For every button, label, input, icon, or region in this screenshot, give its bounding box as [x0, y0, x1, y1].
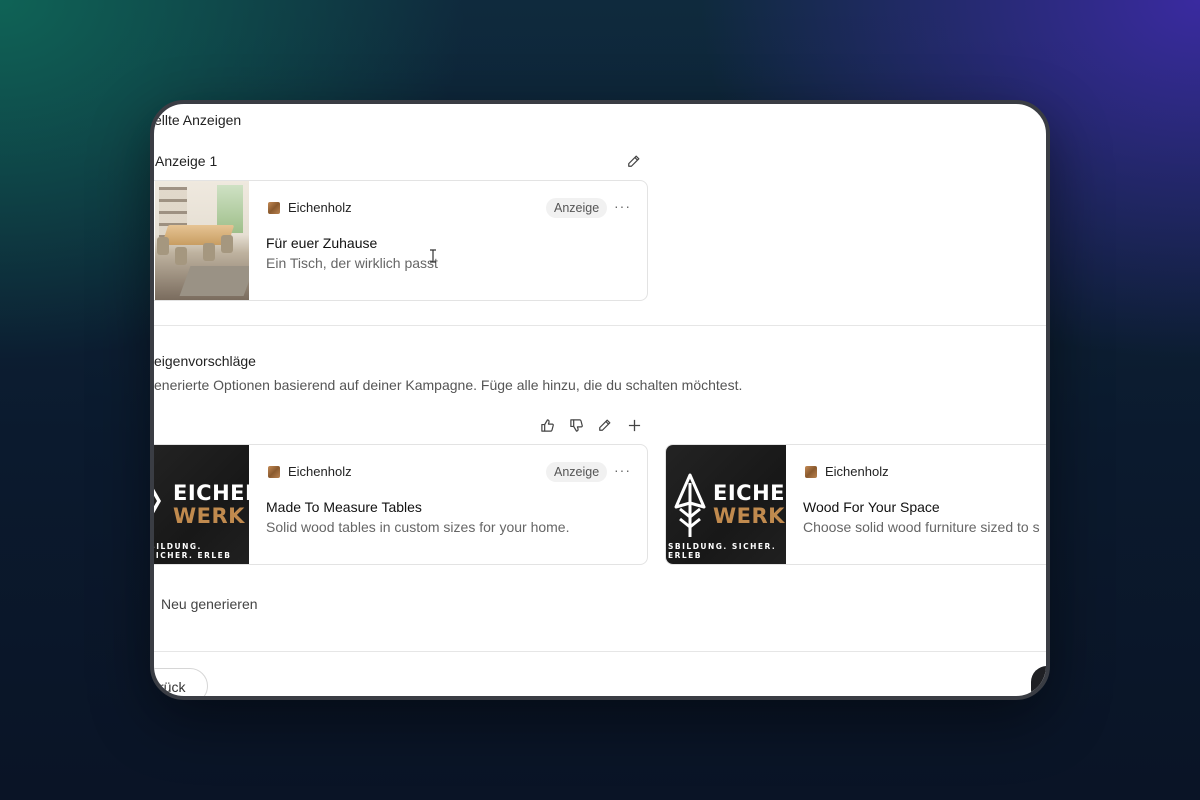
brand-name: Eichenholz — [288, 200, 352, 215]
created-ad-card[interactable]: Eichenholz Anzeige ··· Für euer Zuhause … — [154, 180, 648, 301]
edit-icon[interactable] — [596, 416, 614, 434]
ad-title: Made To Measure Tables — [266, 499, 422, 515]
ad-label: Anzeige 1 — [155, 153, 218, 169]
logo-tagline: BILDUNG. SICHER. ERLEB — [154, 542, 232, 560]
suggestions-description: enerierte Optionen basierend auf deiner … — [154, 377, 743, 393]
brand-name: Eichenholz — [825, 464, 889, 479]
ad-title: Für euer Zuhause — [266, 235, 378, 251]
ad-image-dining-room — [154, 181, 249, 300]
more-icon[interactable]: ··· — [614, 198, 631, 214]
ad-badge: Anzeige — [546, 198, 608, 218]
logo-text-line1: EICHEN — [173, 481, 249, 505]
divider — [154, 651, 1046, 652]
thumbs-down-icon[interactable] — [567, 416, 585, 434]
plus-icon[interactable] — [625, 416, 643, 434]
suggestion-card[interactable]: EICHEN WERK SBILDUNG. SICHER. ERLEB Eich… — [665, 444, 1046, 565]
ad-description: Solid wood tables in custom sizes for yo… — [266, 519, 570, 535]
back-button[interactable]: rück — [154, 668, 208, 696]
ad-description: Ein Tisch, der wirklich passt — [266, 255, 438, 271]
ad-image-logo: EICHEN WERK BILDUNG. SICHER. ERLEB — [154, 445, 249, 564]
section-title: ellte Anzeigen — [154, 112, 242, 128]
cursor-icon — [430, 249, 436, 263]
ad-description: Choose solid wood furniture sized to s — [803, 519, 1040, 535]
brand-name: Eichenholz — [288, 464, 352, 479]
logo-text-line2: WERK — [713, 504, 785, 528]
regenerate-button[interactable]: Neu generieren — [161, 596, 258, 612]
thumbs-up-icon[interactable] — [538, 416, 556, 434]
ad-image-logo: EICHEN WERK SBILDUNG. SICHER. ERLEB — [666, 445, 786, 564]
logo-tagline: SBILDUNG. SICHER. ERLEB — [668, 542, 777, 560]
suggestion-card[interactable]: EICHEN WERK BILDUNG. SICHER. ERLEB Eiche… — [154, 444, 648, 565]
logo-text-line1: EICHEN — [713, 481, 786, 505]
screen: ellte Anzeigen Anzeige 1 Eichenholz Anze… — [154, 104, 1046, 696]
brand-icon — [268, 201, 280, 214]
next-button[interactable] — [1031, 666, 1046, 696]
edit-icon[interactable] — [625, 152, 643, 170]
device-frame: ellte Anzeigen Anzeige 1 Eichenholz Anze… — [150, 100, 1050, 700]
suggestions-title: eigenvorschläge — [154, 353, 256, 369]
logo-text-line2: WERK — [173, 504, 245, 528]
back-button-label: rück — [159, 679, 186, 695]
ad-title: Wood For Your Space — [803, 499, 940, 515]
brand-icon — [805, 465, 817, 478]
divider — [154, 325, 1046, 326]
ad-badge: Anzeige — [546, 462, 608, 482]
more-icon[interactable]: ··· — [614, 462, 631, 478]
brand-icon — [268, 465, 280, 478]
